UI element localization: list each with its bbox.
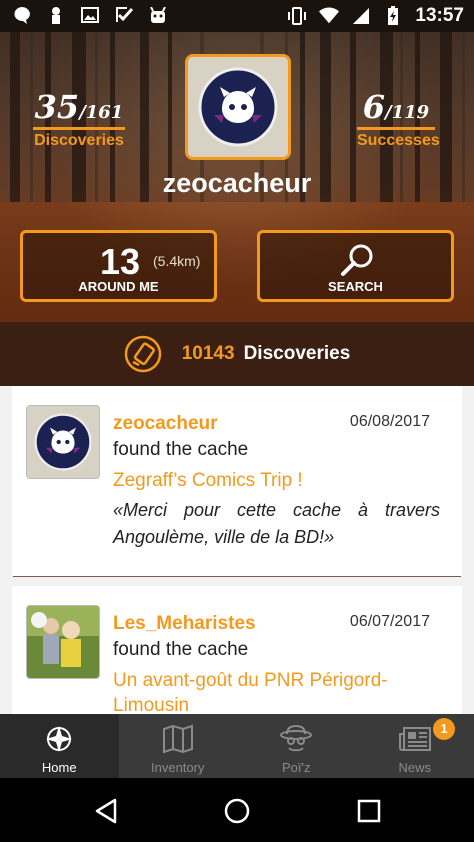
list-item[interactable]: Les_Meharistes 06/07/2017 found the cach… [12, 586, 462, 714]
compass-icon [46, 726, 73, 752]
feed-date: 06/07/2017 [349, 613, 430, 630]
feed-action: found the cache [113, 639, 249, 660]
location-icon [46, 5, 66, 25]
checkbox-icon [114, 5, 134, 25]
map-icon [162, 724, 193, 754]
successes-stat: 6/119 Successes [357, 88, 440, 150]
successes-count: 6 [362, 88, 386, 126]
discoveries-band[interactable]: 10143 Discoveries [0, 322, 474, 386]
tab-inventory-label: Inventory [151, 760, 205, 775]
successes-label: Successes [357, 132, 440, 149]
feed-action: found the cache [113, 439, 249, 460]
successes-total: /119 [385, 102, 430, 123]
discoveries-count: 35 [34, 88, 80, 126]
discoveries-icon [124, 335, 161, 373]
terra-aventura-logo [27, 406, 99, 478]
vibrate-icon [287, 6, 307, 26]
around-me-button[interactable]: 13 (5.4km) AROUND ME [20, 230, 217, 302]
recents-icon[interactable] [354, 796, 384, 826]
system-navigation-bar [0, 778, 474, 842]
user-photo [27, 606, 99, 678]
profile-username: zeocacheur [162, 168, 312, 198]
android-icon [148, 5, 168, 25]
poiz-character-icon [280, 724, 313, 752]
tab-home-label: Home [41, 760, 77, 775]
tab-poiz-label: Poï'z [282, 760, 311, 775]
battery-charging-icon [383, 6, 403, 26]
feed-username[interactable]: Les_Meharistes [113, 613, 256, 635]
discoveries-stat: 35/161 Discoveries [33, 90, 125, 150]
tab-news-label: News [398, 760, 431, 775]
feed-date: 06/08/2017 [349, 413, 430, 430]
image-icon [80, 5, 100, 25]
discoveries-band-label: Discoveries [243, 343, 351, 364]
divider [13, 576, 461, 577]
discoveries-total-count: 10143 [181, 343, 235, 364]
feed-cache-name[interactable]: Zegraff’s Comics Trip ! [113, 468, 443, 493]
tab-poiz[interactable]: Poï'z [237, 714, 356, 778]
signal-icon [351, 6, 371, 26]
tab-home[interactable]: Home [0, 714, 119, 778]
news-badge: 1 [433, 718, 455, 740]
home-icon[interactable] [222, 796, 252, 826]
wifi-icon [319, 6, 340, 26]
profile-header: 35/161 Discoveries 6/119 Successes zeoca… [0, 32, 474, 322]
around-me-count: 13 [100, 241, 141, 282]
avatar[interactable] [26, 405, 100, 479]
list-item[interactable]: zeocacheur 06/08/2017 found the cache Ze… [12, 386, 462, 576]
feed-username[interactable]: zeocacheur [113, 413, 218, 435]
activity-feed[interactable]: zeocacheur 06/08/2017 found the cache Ze… [0, 386, 474, 714]
profile-avatar[interactable] [185, 54, 291, 160]
terra-aventura-logo [188, 57, 288, 157]
newspaper-icon [398, 727, 431, 751]
bottom-navigation: Home Inventory Poï'z 1 News [0, 714, 474, 778]
around-me-distance: (5.4km) [153, 253, 201, 269]
search-icon [341, 244, 373, 276]
around-me-label: AROUND ME [78, 279, 159, 294]
search-button[interactable]: SEARCH [257, 230, 454, 302]
tab-inventory[interactable]: Inventory [119, 714, 238, 778]
discoveries-label: Discoveries [34, 132, 124, 149]
notification-icon [12, 5, 32, 25]
back-icon[interactable] [91, 796, 121, 826]
search-label: SEARCH [328, 279, 383, 294]
avatar[interactable] [26, 605, 100, 679]
feed-cache-name[interactable]: Un avant-goût du PNR Périgord-Limousin [113, 668, 443, 714]
feed-comment: «Merci pour cette cache à travers Angoul… [113, 500, 440, 547]
discoveries-total: /161 [79, 102, 124, 123]
tab-news[interactable]: 1 News [356, 714, 474, 778]
status-time: 13:57 [415, 5, 464, 26]
status-bar: 13:57 [0, 0, 474, 32]
